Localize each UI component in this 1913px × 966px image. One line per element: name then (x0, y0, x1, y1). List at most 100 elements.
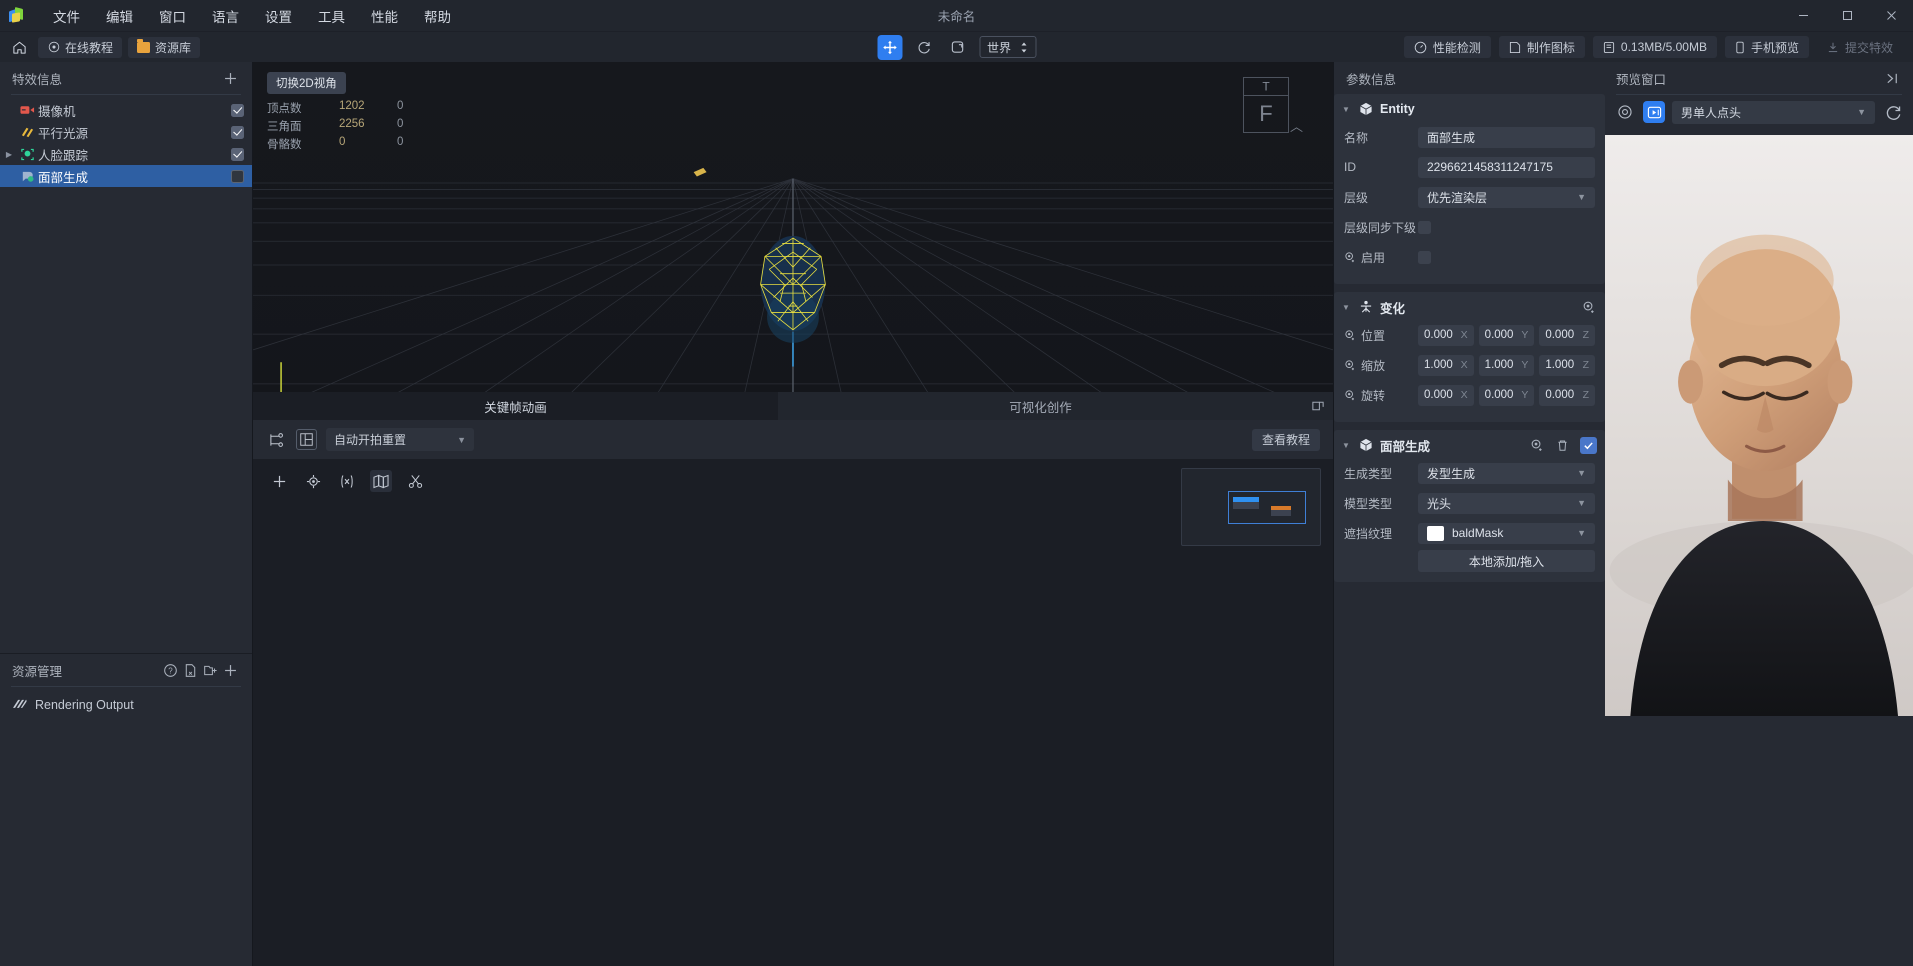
new-folder-icon[interactable] (200, 660, 220, 680)
chevron-right-icon[interactable]: ▶ (2, 150, 16, 159)
node-tree-icon[interactable] (266, 429, 287, 450)
play-box-icon[interactable] (1643, 101, 1665, 123)
visibility-checkbox[interactable] (231, 169, 244, 183)
scissors-icon[interactable] (404, 470, 426, 492)
storage-usage-button[interactable]: 0.13MB/5.00MB (1592, 36, 1717, 58)
key-icon[interactable] (1344, 359, 1356, 371)
popout-icon[interactable] (1303, 392, 1333, 420)
menu-edit[interactable]: 编辑 (93, 0, 146, 32)
sidebar-item-directional-light[interactable]: 平行光源 (0, 121, 252, 143)
menu-help[interactable]: 帮助 (411, 0, 464, 32)
target-icon[interactable] (302, 470, 324, 492)
key-icon[interactable] (1344, 329, 1356, 341)
asset-library-button[interactable]: 资源库 (128, 36, 201, 58)
section-header[interactable]: ▼ 变化 (1334, 292, 1605, 322)
layer-select[interactable]: 优先渲染层 ▼ (1418, 186, 1595, 208)
trash-icon[interactable] (1554, 437, 1571, 454)
toggle-2d-view-button[interactable]: 切换2D视角 (267, 72, 346, 94)
value: 0.000 (1545, 389, 1575, 401)
phone-preview-button[interactable]: 手机预览 (1724, 36, 1809, 58)
key-icon[interactable] (1344, 389, 1356, 401)
visibility-checkbox[interactable] (231, 147, 244, 161)
section-header[interactable]: ▼ Entity (1334, 94, 1605, 124)
menu-settings[interactable]: 设置 (252, 0, 305, 32)
sidebar-item-face-tracking[interactable]: ▶ 人脸跟踪 (0, 143, 252, 165)
performance-check-button[interactable]: 性能检测 (1403, 36, 1491, 58)
submit-effect-button[interactable]: 提交特效 (1817, 36, 1903, 58)
maximize-button[interactable] (1825, 0, 1869, 32)
plus-icon[interactable] (268, 470, 290, 492)
rotation-y-input[interactable]: 0.000 Y (1478, 384, 1535, 406)
tab-keyframe-animation[interactable]: 关键帧动画 (253, 392, 778, 420)
menu-tools[interactable]: 工具 (305, 0, 358, 32)
plus-icon[interactable] (220, 660, 240, 680)
visibility-checkbox[interactable] (231, 125, 244, 139)
plus-icon[interactable] (220, 68, 240, 88)
view-cube-front[interactable]: F (1243, 95, 1289, 133)
list-item[interactable]: Rendering Output (0, 693, 252, 717)
key-icon[interactable] (1528, 437, 1545, 454)
minimize-button[interactable] (1781, 0, 1825, 32)
record-icon[interactable] (1614, 101, 1636, 123)
rotate-icon[interactable] (911, 35, 936, 60)
position-y-input[interactable]: 0.000 Y (1478, 324, 1535, 346)
chevron-down-icon: ▼ (1577, 468, 1586, 478)
key-icon[interactable] (1344, 251, 1356, 263)
layer-sync-toggle[interactable] (1418, 220, 1431, 234)
chevron-down-icon[interactable]: ▼ (1342, 441, 1352, 450)
chevron-down-icon[interactable]: ▼ (1342, 303, 1352, 312)
new-file-icon[interactable] (180, 660, 200, 680)
tab-visual-creation[interactable]: 可视化创作 (778, 392, 1303, 420)
component-enable-checkbox[interactable] (1580, 436, 1597, 454)
layout-icon[interactable] (296, 429, 317, 450)
position-z-input[interactable]: 0.000 Z (1539, 324, 1596, 346)
scale-y-input[interactable]: 1.000 Y (1478, 354, 1535, 376)
scale-x-input[interactable]: 1.000 X (1418, 354, 1474, 376)
menu-language[interactable]: 语言 (199, 0, 252, 32)
make-icon-button[interactable]: 制作图标 (1498, 36, 1585, 58)
move-icon[interactable] (876, 34, 902, 60)
menu-performance[interactable]: 性能 (358, 0, 411, 32)
viewport-3d[interactable]: 切换2D视角 顶点数 1202 0 三角面 2256 0 骨骼数 0 0 T F… (253, 62, 1333, 392)
online-tutorial-button[interactable]: 在线教程 (38, 36, 123, 58)
chevron-down-icon[interactable]: ▼ (1342, 105, 1352, 114)
model-type-select[interactable]: 光头 ▼ (1418, 492, 1595, 514)
scale-icon[interactable] (945, 35, 970, 60)
rotation-x-input[interactable]: 0.000 X (1418, 384, 1474, 406)
sidebar-item-camera[interactable]: 摄像机 (0, 99, 252, 121)
close-button[interactable] (1869, 0, 1913, 32)
id-input[interactable]: 2296621458311247175 (1418, 156, 1595, 178)
view-cube-top[interactable] (1243, 77, 1289, 95)
position-x-input[interactable]: 0.000 X (1418, 324, 1474, 346)
preview-stage[interactable] (1605, 135, 1913, 716)
sidebar-item-face-generation[interactable]: 面部生成 (0, 165, 252, 187)
section-entity: ▼ Entity 名称 面部生成 ID 2296621458311247175 (1334, 94, 1605, 284)
graph-minimap[interactable] (1181, 468, 1321, 546)
menu-file[interactable]: 文件 (40, 0, 93, 32)
occlusion-texture-select[interactable]: baldMask ▼ (1418, 522, 1595, 544)
key-icon[interactable] (1580, 299, 1597, 316)
local-add-drop-button[interactable]: 本地添加/拖入 (1418, 550, 1595, 572)
name-input[interactable]: 面部生成 (1418, 126, 1595, 148)
enable-toggle[interactable] (1418, 250, 1431, 264)
chevron-up-icon[interactable]: ︿ (1290, 116, 1303, 135)
preview-source-select[interactable]: 男单人点头 ▼ (1672, 100, 1875, 124)
view-tutorial-button[interactable]: 查看教程 (1251, 428, 1320, 451)
map-icon[interactable] (370, 470, 392, 492)
home-icon[interactable] (6, 36, 32, 58)
visibility-checkbox[interactable] (231, 103, 244, 117)
generation-type-select[interactable]: 发型生成 ▼ (1418, 462, 1595, 484)
rotation-z-input[interactable]: 0.000 Z (1539, 384, 1596, 406)
refresh-icon[interactable] (1882, 101, 1904, 123)
render-output-icon (12, 699, 27, 712)
view-cube-gizmo[interactable]: F ︿ (1243, 77, 1303, 134)
coordinate-space-select[interactable]: 世界 (978, 36, 1037, 58)
node-graph-canvas[interactable]: 点头动作检测 第几张人脸 0 (253, 460, 1333, 966)
scale-z-input[interactable]: 1.000 Z (1539, 354, 1596, 376)
help-icon[interactable]: ? (160, 660, 180, 680)
auto-record-reset-select[interactable]: 自动开拍重置 ▼ (326, 428, 474, 451)
menu-window[interactable]: 窗口 (146, 0, 199, 32)
collapse-right-icon[interactable] (1882, 68, 1902, 88)
variable-icon[interactable] (336, 470, 358, 492)
section-header[interactable]: ▼ 面部生成 (1334, 430, 1605, 460)
